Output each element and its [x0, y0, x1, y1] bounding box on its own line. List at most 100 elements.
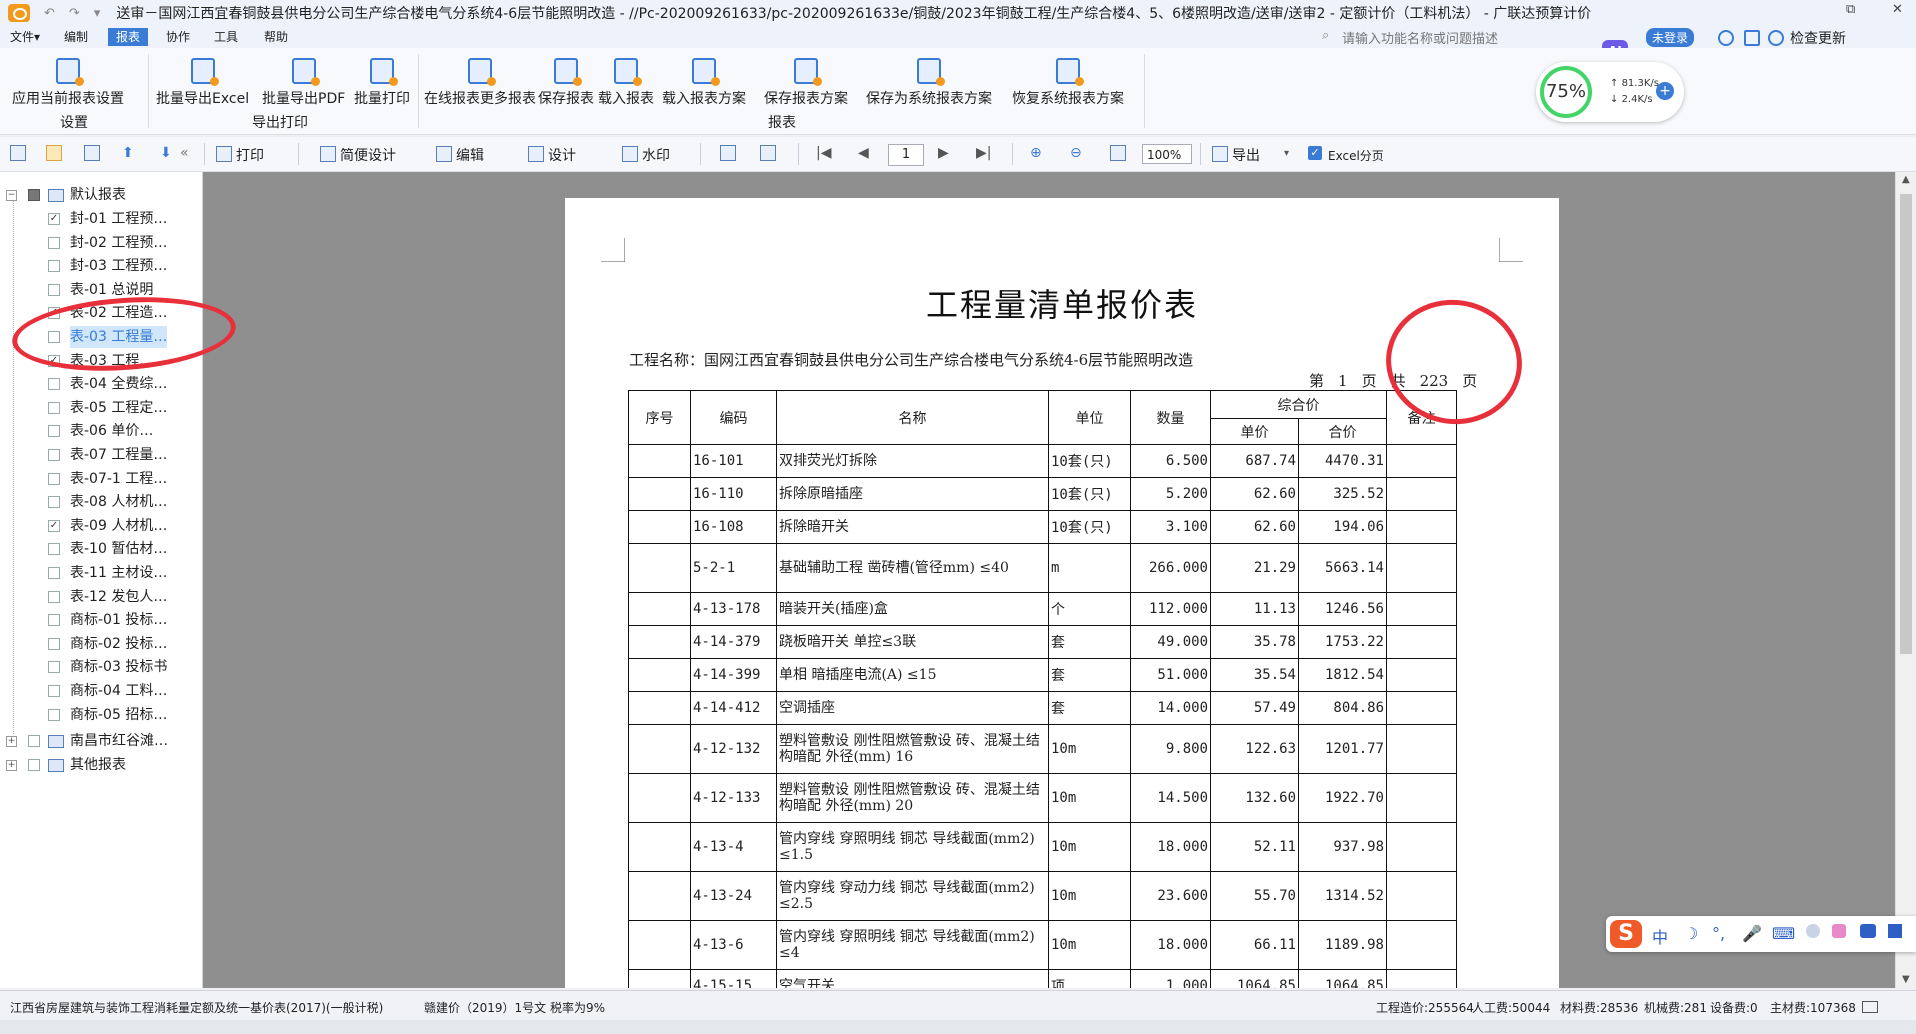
watermark-button[interactable]: 水印 — [622, 145, 670, 165]
report-checkbox[interactable]: ✓ — [48, 519, 60, 532]
move-up-icon[interactable]: ⬆ — [122, 145, 134, 161]
partial-checkbox[interactable] — [28, 189, 40, 201]
save-report-scheme-button[interactable]: 保存报表方案 — [764, 58, 848, 108]
report-checkbox[interactable] — [48, 685, 60, 697]
punctuation-icon[interactable]: °, — [1712, 924, 1725, 943]
simple-design-button[interactable]: 简便设计 — [320, 145, 396, 165]
last-page-icon[interactable]: ▶| — [976, 145, 991, 161]
report-checkbox[interactable] — [48, 496, 60, 509]
report-checkbox[interactable] — [48, 708, 60, 721]
load-report-button[interactable]: 载入报表 — [598, 58, 654, 108]
grid-icon[interactable] — [1744, 30, 1760, 46]
collapse-icon[interactable]: − — [6, 190, 17, 201]
load-report-scheme-button[interactable]: 载入报表方案 — [662, 58, 746, 108]
ime-language[interactable]: 中 — [1652, 924, 1668, 948]
fit-page-icon[interactable] — [1110, 145, 1130, 163]
first-page-icon[interactable]: |◀ — [816, 145, 831, 161]
report-checkbox[interactable] — [48, 614, 60, 627]
menu-help[interactable]: 帮助 — [256, 28, 296, 46]
restore-icon[interactable]: ⧉ — [1846, 2, 1855, 17]
report-checkbox[interactable] — [48, 472, 60, 485]
report-checkbox[interactable] — [48, 401, 60, 414]
delete-icon[interactable] — [84, 145, 104, 163]
grid-menu-icon[interactable] — [1888, 924, 1902, 938]
batch-export-pdf-button[interactable]: 批量导出PDF — [262, 58, 345, 108]
menu-collaborate[interactable]: 协作 — [158, 28, 198, 46]
taskbar-strip — [0, 1020, 1916, 1034]
scroll-down-icon[interactable]: ▼ — [1902, 974, 1910, 985]
save-report-button[interactable]: 保存报表 — [538, 58, 594, 108]
design-button[interactable]: 设计 — [528, 145, 576, 165]
restore-system-scheme-button[interactable]: 恢复系统报表方案 — [1012, 58, 1124, 108]
moon-icon[interactable]: ☽ — [1684, 924, 1698, 943]
check-update-button[interactable]: 检查更新 — [1790, 28, 1846, 48]
redo-icon[interactable]: ↷ — [69, 6, 80, 21]
network-speed-widget[interactable]: 75% ↑ 81.3K/s ↓ 2.4K/s + — [1536, 62, 1684, 122]
report-checkbox[interactable] — [48, 567, 60, 579]
group-checkbox[interactable] — [28, 735, 40, 747]
apply-report-settings-button[interactable]: 应用当前报表设置 — [12, 58, 124, 108]
report-checkbox[interactable] — [48, 236, 60, 249]
report-checkbox[interactable] — [48, 283, 60, 296]
scroll-thumb[interactable] — [1900, 194, 1912, 654]
menu-tools[interactable]: 工具 — [206, 28, 246, 46]
report-checkbox[interactable] — [48, 449, 60, 461]
report-checkbox[interactable]: ✓ — [48, 213, 60, 225]
report-checkbox[interactable] — [48, 543, 60, 556]
new-report-icon[interactable] — [10, 145, 30, 163]
next-page-icon[interactable]: ▶ — [938, 145, 949, 161]
quantity-price-table: 序号 编码 名称 单位 数量 综合价 备注 单价 合价 16-101 双排荧光灯拆… — [628, 390, 1457, 988]
layout-toggle-icon[interactable] — [1862, 1001, 1878, 1013]
undo-icon[interactable]: ↶ — [44, 6, 55, 21]
batch-export-excel-button[interactable]: 批量导出Excel — [156, 58, 249, 108]
game-icon[interactable] — [1860, 924, 1876, 938]
report-checkbox[interactable] — [48, 378, 60, 391]
expand-icon[interactable]: + — [6, 760, 17, 771]
batch-print-button[interactable]: 批量打印 — [354, 58, 410, 108]
search-input[interactable] — [1340, 29, 1604, 47]
seq-cell — [628, 543, 691, 593]
menu-edit[interactable]: 编制 — [56, 28, 96, 46]
menu-file[interactable]: 文件▾ — [2, 28, 48, 46]
report-checkbox[interactable] — [48, 637, 60, 650]
export-dropdown-icon[interactable]: ▾ — [1284, 148, 1289, 159]
zoom-select[interactable]: 100% — [1142, 144, 1192, 164]
edit-button[interactable]: 编辑 — [436, 145, 484, 165]
menu-report[interactable]: 报表 — [108, 28, 149, 46]
online-more-reports-button[interactable]: 在线报表更多报表 — [424, 58, 536, 108]
report-checkbox[interactable] — [48, 661, 60, 674]
report-checkbox[interactable] — [48, 260, 60, 273]
save-as-system-scheme-button[interactable]: 保存为系统报表方案 — [866, 58, 992, 108]
name-cell: 管内穿线 穿照明线 铜芯 导线截面(mm2) ≤4 — [776, 920, 1049, 970]
print-button[interactable]: 打印 — [216, 145, 264, 165]
zoom-out-icon[interactable]: ⊖ — [1070, 145, 1082, 161]
report-checkbox[interactable] — [48, 425, 60, 438]
refresh-icon[interactable] — [1718, 30, 1734, 46]
open-folder-icon[interactable] — [46, 145, 66, 163]
ime-toolbar[interactable]: S 中 ☽ °, 🎤 ⌨ — [1606, 916, 1916, 952]
scroll-up-icon[interactable]: ▲ — [1902, 174, 1910, 185]
vertical-scrollbar[interactable]: ▲ ▼ — [1895, 172, 1916, 988]
single-page-icon[interactable] — [720, 145, 740, 163]
expand-icon[interactable]: + — [6, 736, 17, 747]
two-page-icon[interactable] — [760, 145, 780, 163]
quick-access-dropdown-icon[interactable]: ▾ — [94, 6, 101, 21]
prev-page-icon[interactable]: ◀ — [858, 145, 869, 161]
microphone-icon[interactable]: 🎤 — [1742, 924, 1762, 943]
plus-icon[interactable]: + — [1656, 82, 1674, 100]
export-button[interactable]: 导出 — [1212, 145, 1260, 165]
info-icon[interactable] — [1768, 30, 1784, 46]
zoom-in-icon[interactable]: ⊕ — [1030, 145, 1042, 161]
login-badge[interactable]: 未登录 — [1646, 28, 1695, 47]
user-icon[interactable] — [1806, 924, 1820, 938]
skin-icon[interactable] — [1832, 924, 1846, 938]
collapse-panel-icon[interactable]: « — [180, 145, 189, 161]
page-number-input[interactable]: 1 — [888, 144, 924, 166]
move-down-icon[interactable]: ⬇ — [160, 145, 172, 161]
excel-paging-checkbox[interactable]: ✓ — [1308, 146, 1322, 160]
report-checkbox[interactable] — [48, 590, 60, 603]
header-qty: 数量 — [1130, 390, 1211, 445]
close-icon[interactable]: ✕ — [1892, 2, 1903, 17]
keyboard-icon[interactable]: ⌨ — [1772, 924, 1795, 943]
group-checkbox[interactable] — [28, 759, 40, 771]
